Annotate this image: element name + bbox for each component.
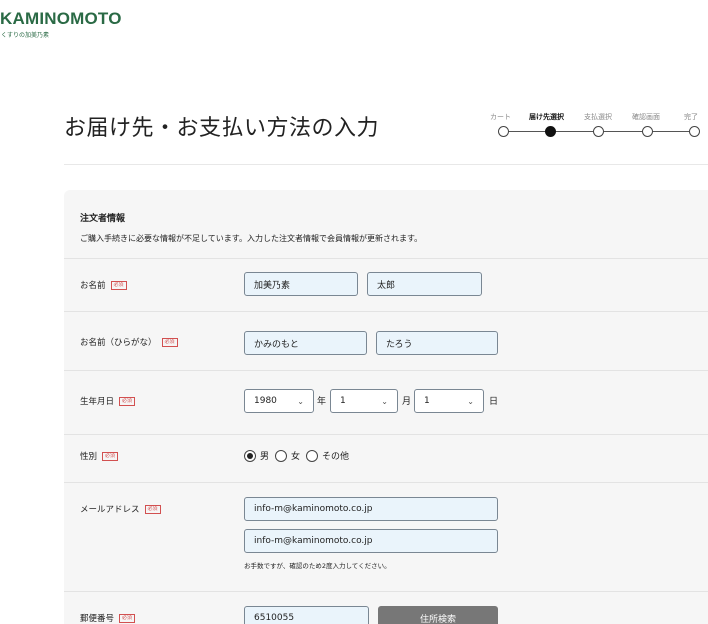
required-badge: 必須 xyxy=(119,396,136,406)
kana-label: お名前（ひらがな） 必須 xyxy=(80,336,178,348)
email-confirm-input[interactable]: info-m@kaminomoto.co.jp xyxy=(244,529,498,553)
required-badge: 必須 xyxy=(119,613,136,623)
row-divider xyxy=(64,311,708,312)
postal-label: 郵便番号 必須 xyxy=(80,612,136,624)
title-divider xyxy=(64,164,708,165)
step-dot-confirm xyxy=(642,126,653,137)
postal-label-text: 郵便番号 xyxy=(80,614,115,624)
step-label-payment: 支払選択 xyxy=(584,113,612,121)
gender-male-radio[interactable] xyxy=(244,449,256,462)
month-unit: 月 xyxy=(402,397,412,407)
birthdate-label: 生年月日 必須 xyxy=(80,395,136,407)
row-divider xyxy=(64,258,708,259)
email-input[interactable]: info-m@kaminomoto.co.jp xyxy=(244,497,498,521)
gender-female-radio[interactable] xyxy=(275,449,288,462)
gender-label-text: 性別 xyxy=(80,452,98,462)
gender-other-radio[interactable] xyxy=(306,449,319,462)
orderer-info-form: 注文者情報 ご購入手続きに必要な情報が不足しています。入力した注文者情報で会員情… xyxy=(64,190,708,624)
brand-name: KAMINOMOTO xyxy=(0,9,122,28)
gender-female-label[interactable]: 女 xyxy=(291,449,300,462)
email-label-text: メールアドレス xyxy=(80,505,140,515)
page-title: お届け先・お支払い方法の入力 xyxy=(64,116,380,141)
chevron-down-icon: ⌄ xyxy=(467,396,474,406)
gender-male-label[interactable]: 男 xyxy=(260,449,269,462)
row-divider xyxy=(64,482,708,483)
section-description: ご購入手続きに必要な情報が不足しています。入力した注文者情報で会員情報が更新され… xyxy=(80,234,423,243)
required-badge: 必須 xyxy=(144,504,161,514)
step-label-confirm: 確認画面 xyxy=(632,113,660,121)
first-name-kana-input[interactable]: たろう xyxy=(376,331,498,355)
kana-label-text: お名前（ひらがな） xyxy=(80,338,157,348)
last-name-kana-input[interactable]: かみのもと xyxy=(244,331,367,355)
birthdate-label-text: 生年月日 xyxy=(80,397,115,407)
birth-day-value: 1 xyxy=(424,396,430,406)
row-divider xyxy=(64,370,708,371)
name-label: お名前 必須 xyxy=(80,279,127,291)
gender-radio-group: 男 女 その他 xyxy=(244,449,355,462)
brand-logo[interactable]: KAMINOMOTO くすりの加美乃素 xyxy=(0,9,122,39)
gender-label: 性別 必須 xyxy=(80,450,119,462)
required-badge: 必須 xyxy=(110,280,127,290)
day-unit: 日 xyxy=(489,397,499,407)
row-divider xyxy=(64,434,708,435)
step-label-complete: 完了 xyxy=(684,113,698,121)
year-unit: 年 xyxy=(317,397,327,407)
address-search-button[interactable]: 住所検索 xyxy=(378,606,498,624)
email-confirm-note: お手数ですが、確認のため2度入力してください。 xyxy=(244,562,391,570)
brand-subtitle: くすりの加美乃素 xyxy=(1,32,50,39)
chevron-down-icon: ⌄ xyxy=(381,396,388,406)
birth-month-value: 1 xyxy=(340,396,346,406)
required-badge: 必須 xyxy=(161,337,178,347)
step-dot-complete xyxy=(689,126,700,137)
row-divider xyxy=(64,591,708,592)
step-label-cart: カート xyxy=(490,113,511,121)
birth-day-select[interactable]: 1 ⌄ xyxy=(414,389,484,413)
step-dot-payment xyxy=(593,126,604,137)
step-dot-cart xyxy=(498,126,509,137)
email-label: メールアドレス 必須 xyxy=(80,503,161,515)
step-label-delivery: 届け先選択 xyxy=(529,113,564,121)
last-name-input[interactable]: 加美乃素 xyxy=(244,272,358,296)
checkout-progress: カート 届け先選択 支払選択 確認画面 完了 xyxy=(486,112,708,144)
first-name-input[interactable]: 太郎 xyxy=(367,272,482,296)
chevron-down-icon: ⌄ xyxy=(297,396,304,406)
birth-year-select[interactable]: 1980 ⌄ xyxy=(244,389,314,413)
required-badge: 必須 xyxy=(102,451,119,461)
birth-year-value: 1980 xyxy=(254,396,277,406)
name-label-text: お名前 xyxy=(80,281,106,291)
gender-other-label[interactable]: その他 xyxy=(322,449,349,462)
birth-month-select[interactable]: 1 ⌄ xyxy=(330,389,398,413)
section-title: 注文者情報 xyxy=(80,214,126,224)
postal-code-input[interactable]: 6510055 xyxy=(244,606,369,624)
step-dot-delivery xyxy=(545,126,556,137)
